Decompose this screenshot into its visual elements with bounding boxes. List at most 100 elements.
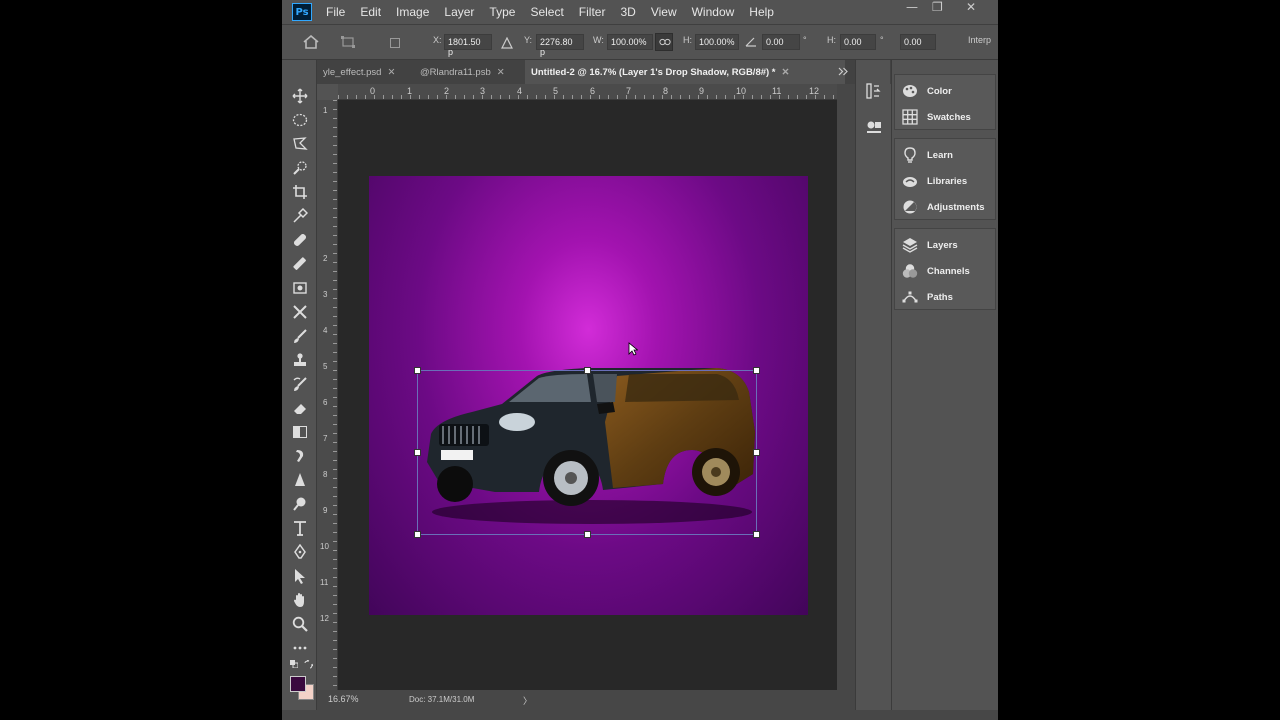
blur-tool[interactable] bbox=[292, 448, 308, 464]
quick-selection-icon bbox=[293, 161, 307, 175]
dodge-icon bbox=[293, 497, 306, 511]
y-label: Y: bbox=[524, 35, 533, 45]
close-tab-icon[interactable]: ✕ bbox=[497, 67, 505, 78]
panel-libraries[interactable]: Libraries bbox=[902, 171, 967, 191]
path-selection-tool[interactable] bbox=[292, 568, 308, 584]
panel-learn[interactable]: Learn bbox=[902, 145, 953, 165]
maximize-button[interactable]: ❐ bbox=[932, 0, 943, 18]
transform-handle-right[interactable] bbox=[753, 449, 760, 456]
foreground-color-swatch[interactable] bbox=[290, 676, 306, 692]
minimize-button[interactable]: — bbox=[906, 0, 918, 18]
gradient-tool[interactable] bbox=[292, 424, 308, 440]
panel-channels[interactable]: Channels bbox=[902, 261, 970, 281]
transform-handle-top-right[interactable] bbox=[753, 367, 760, 374]
document-canvas[interactable] bbox=[338, 100, 837, 690]
default-colors-icon[interactable] bbox=[290, 660, 298, 668]
grid-icon bbox=[902, 109, 918, 125]
tab-untitled-2[interactable]: Untitled-2 @ 16.7% (Layer 1's Drop Shado… bbox=[525, 60, 845, 84]
x-field[interactable]: 1801.50 p bbox=[444, 34, 492, 57]
panel-layers[interactable]: Layers bbox=[902, 235, 958, 255]
close-window-button[interactable]: ✕ bbox=[966, 0, 976, 18]
transform-handle-bottom-right[interactable] bbox=[753, 531, 760, 538]
degree-symbol: ° bbox=[803, 35, 807, 45]
elliptical-marquee-tool[interactable] bbox=[292, 112, 308, 128]
zoom-level[interactable]: 16.67% bbox=[328, 694, 359, 704]
sharpen-tool[interactable] bbox=[292, 472, 308, 488]
ruler-tick-label: 6 bbox=[323, 398, 328, 407]
swap-colors-icon[interactable] bbox=[304, 660, 313, 669]
layers-panel-group: Layers Channels Paths bbox=[894, 228, 996, 310]
transform-tool-icon[interactable] bbox=[340, 36, 356, 48]
menu-3d[interactable]: 3D bbox=[620, 5, 635, 19]
tab-style-effect[interactable]: yle_effect.psd ✕ bbox=[317, 60, 408, 84]
history-panel-icon[interactable] bbox=[865, 82, 881, 100]
h-skew-field[interactable]: 0.00 bbox=[840, 34, 876, 50]
panel-swatches[interactable]: Swatches bbox=[902, 107, 971, 127]
menu-layer[interactable]: Layer bbox=[444, 5, 474, 19]
v-skew-field[interactable]: 0.00 bbox=[900, 34, 936, 50]
eraser-icon bbox=[294, 404, 306, 414]
transform-handle-top[interactable] bbox=[584, 367, 591, 374]
eraser-tool[interactable] bbox=[292, 400, 308, 416]
history-brush-tool[interactable] bbox=[292, 376, 308, 392]
ruler-tick-label: 8 bbox=[323, 470, 328, 479]
height-field[interactable]: 100.00% bbox=[695, 34, 739, 50]
artboard-purple-gradient[interactable] bbox=[369, 176, 808, 615]
vertical-scrollbar[interactable] bbox=[837, 84, 855, 710]
delta-icon[interactable] bbox=[501, 37, 513, 49]
brush-tool[interactable] bbox=[292, 328, 308, 344]
canvas-area[interactable] bbox=[338, 100, 837, 690]
status-menu-arrow[interactable]: 〉 bbox=[523, 694, 532, 707]
edit-toolbar-button[interactable] bbox=[292, 640, 308, 656]
menu-select[interactable]: Select bbox=[530, 5, 563, 19]
close-tab-icon[interactable]: ✕ bbox=[387, 67, 395, 78]
move-tool[interactable] bbox=[292, 88, 308, 104]
menu-edit[interactable]: Edit bbox=[360, 5, 381, 19]
transform-handle-left[interactable] bbox=[414, 449, 421, 456]
transform-handle-bottom-left[interactable] bbox=[414, 531, 421, 538]
menu-view[interactable]: View bbox=[651, 5, 677, 19]
transform-handle-bottom[interactable] bbox=[584, 531, 591, 538]
close-tab-icon[interactable]: ✕ bbox=[782, 67, 790, 78]
menu-window[interactable]: Window bbox=[692, 5, 735, 19]
ruler-tick-label: 5 bbox=[323, 362, 328, 371]
menu-help[interactable]: Help bbox=[749, 5, 774, 19]
menu-filter[interactable]: Filter bbox=[579, 5, 606, 19]
quick-selection-tool[interactable] bbox=[292, 160, 308, 176]
panel-color[interactable]: Color bbox=[902, 81, 952, 101]
dodge-tool[interactable] bbox=[292, 496, 308, 512]
interpolation-label[interactable]: Interp bbox=[968, 35, 991, 45]
content-aware-move-tool[interactable] bbox=[292, 304, 308, 320]
crop-tool[interactable] bbox=[292, 184, 308, 200]
lasso-tool[interactable] bbox=[292, 136, 308, 152]
panel-paths[interactable]: Paths bbox=[902, 287, 953, 307]
transform-bounding-box[interactable] bbox=[414, 367, 760, 538]
menu-image[interactable]: Image bbox=[396, 5, 429, 19]
transform-handle-top-left[interactable] bbox=[414, 367, 421, 374]
zoom-tool[interactable] bbox=[292, 616, 308, 632]
brush-tool-2[interactable] bbox=[292, 256, 308, 272]
double-chevron-right-icon[interactable] bbox=[838, 67, 848, 76]
clone-stamp-tool[interactable] bbox=[292, 352, 308, 368]
eyedropper-tool[interactable] bbox=[292, 207, 309, 224]
patch-tool[interactable] bbox=[292, 280, 308, 296]
type-tool[interactable] bbox=[292, 520, 308, 536]
pen-tool[interactable] bbox=[292, 543, 308, 560]
mouse-cursor-icon bbox=[628, 342, 638, 356]
menu-type[interactable]: Type bbox=[489, 5, 515, 19]
tab-rlandra[interactable]: @Rlandra11.psb ✕ bbox=[414, 60, 524, 84]
move-icon bbox=[292, 88, 308, 104]
healing-brush-tool[interactable] bbox=[292, 232, 308, 248]
tab-label: Untitled-2 @ 16.7% (Layer 1's Drop Shado… bbox=[531, 66, 776, 78]
reference-point-icon[interactable] bbox=[390, 38, 400, 48]
panel-adjustments[interactable]: Adjustments bbox=[902, 197, 985, 217]
properties-panel-icon[interactable] bbox=[865, 120, 883, 136]
menu-file[interactable]: File bbox=[326, 5, 345, 19]
home-icon[interactable] bbox=[303, 35, 319, 49]
y-field[interactable]: 2276.80 p bbox=[536, 34, 584, 57]
zoom-icon bbox=[292, 616, 308, 632]
hand-tool[interactable] bbox=[292, 592, 308, 608]
width-field[interactable]: 100.00% bbox=[607, 34, 653, 50]
angle-field[interactable]: 0.00 bbox=[762, 34, 800, 50]
link-button[interactable] bbox=[655, 33, 673, 51]
